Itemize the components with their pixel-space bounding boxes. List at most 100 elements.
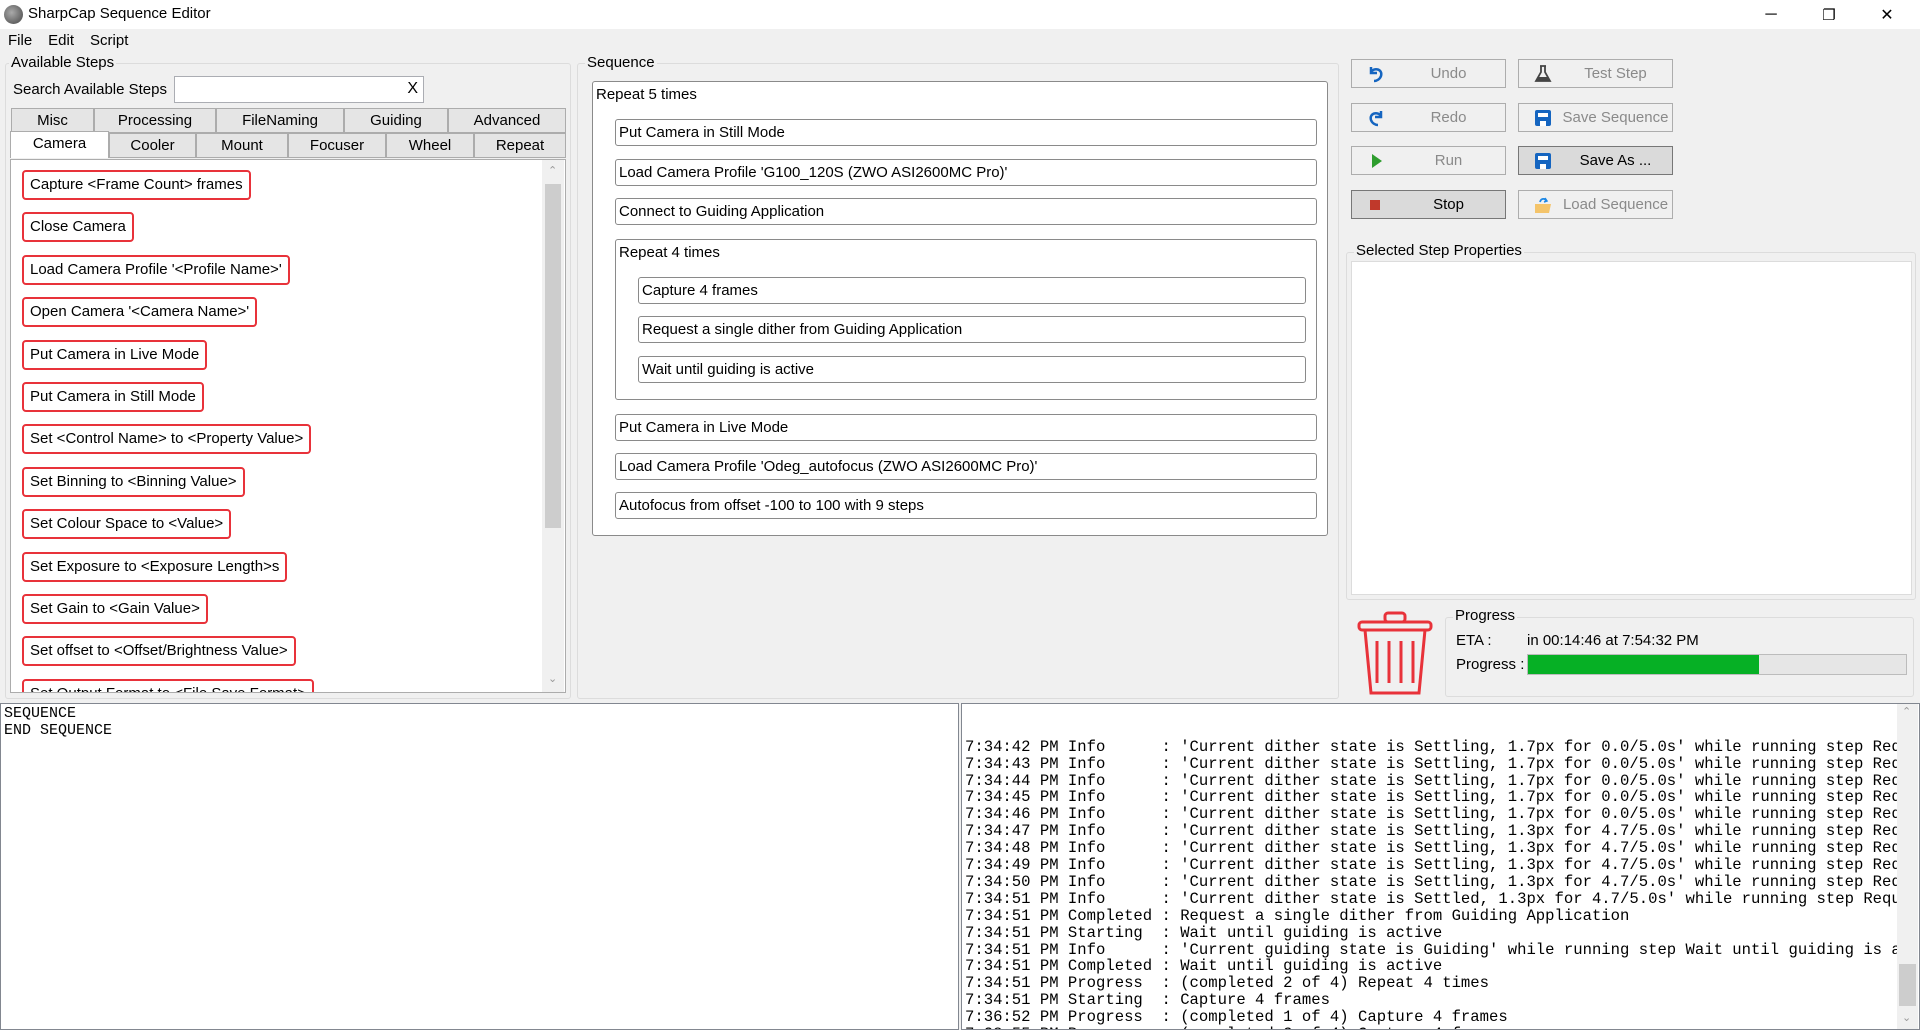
properties-panel[interactable]	[1351, 261, 1912, 595]
step-item[interactable]: Open Camera '<Camera Name>'	[22, 297, 258, 328]
save-sequence-button[interactable]: Save Sequence	[1518, 103, 1673, 132]
sequence-step[interactable]: Connect to Guiding Application	[615, 198, 1317, 225]
sequence-step[interactable]: Put Camera in Still Mode	[615, 119, 1317, 146]
log-output[interactable]: 7:34:42 PM Info : 'Current dither state is…	[961, 703, 1920, 1030]
menu-file[interactable]: File	[8, 32, 32, 49]
log-time: 7:38:55 PM	[965, 1026, 1068, 1029]
log-level: Info	[1067, 738, 1106, 756]
step-item[interactable]: Set Exposure to <Exposure Length>s	[22, 551, 288, 582]
undo-button[interactable]: Undo	[1351, 59, 1506, 88]
step-item[interactable]: Capture <Frame Count> frames	[22, 170, 251, 200]
log-time: 7:34:46 PM	[965, 806, 1059, 824]
tab-mount[interactable]: Mount	[196, 133, 288, 158]
save-as-button[interactable]: Save As ...	[1518, 146, 1673, 175]
sequence-step[interactable]: Wait until guiding is active	[638, 356, 1306, 383]
undo-icon	[1366, 64, 1386, 84]
scroll-up-icon[interactable]: ⌃	[1902, 704, 1911, 721]
stop-button[interactable]: Stop	[1351, 190, 1506, 219]
load-sequence-button[interactable]: Load Sequence	[1518, 190, 1673, 219]
tab-wheel[interactable]: Wheel	[386, 133, 474, 158]
window-title: SharpCap Sequence Editor	[28, 5, 211, 22]
log-level: Info	[1067, 840, 1106, 858]
minimize-button[interactable]: ─	[1748, 0, 1794, 29]
tab-misc[interactable]: Misc	[11, 108, 94, 133]
play-icon	[1366, 151, 1386, 171]
sequence-step[interactable]: Autofocus from offset -100 to 100 with 9…	[615, 492, 1317, 519]
sequence-step[interactable]: Capture 4 frames	[638, 277, 1306, 304]
log-line: 7:34:51 PM Completed: Request a single di…	[965, 908, 1900, 925]
log-level: Starting	[1067, 924, 1143, 942]
log-line: 7:34:47 PM Info: 'Current dither state is…	[965, 823, 1900, 840]
eta-label: ETA :	[1456, 632, 1492, 649]
log-line: 7:34:43 PM Info: 'Current dither state is…	[965, 756, 1900, 773]
scroll-up-icon[interactable]: ⌃	[548, 164, 557, 177]
sequence-script-text[interactable]: SEQUENCE END SEQUENCE	[0, 703, 959, 1030]
log-message: : 'Current dither state is Settling, 1.7…	[1161, 772, 1900, 790]
step-item[interactable]: Set Output Format to <File Save Format>	[22, 678, 314, 692]
tab-guiding[interactable]: Guiding	[344, 108, 448, 133]
log-line: 7:38:55 PMProgress: (completed 2 of 4) C…	[965, 1026, 1900, 1029]
scroll-thumb[interactable]	[1899, 964, 1916, 1006]
menu-edit[interactable]: Edit	[48, 32, 74, 49]
log-message: : Capture 4 frames	[1161, 992, 1330, 1010]
sequence-step[interactable]: Put Camera in Live Mode	[615, 414, 1317, 441]
log-time: 7:34:43 PM	[965, 755, 1059, 773]
log-line: 7:34:46 PM Info: 'Current dither state is…	[965, 806, 1900, 823]
log-message: : 'Current dither state is Settling, 1.3…	[1161, 840, 1900, 858]
log-scrollbar[interactable]: ⌃ ⌄	[1897, 704, 1918, 1029]
tab-repeat[interactable]: Repeat	[474, 133, 566, 158]
log-message: : 'Current dither state is Settling, 1.3…	[1161, 857, 1900, 874]
log-message: : 'Current dither state is Settling, 1.7…	[1161, 738, 1900, 756]
step-item[interactable]: Set Colour Space to <Value>	[22, 509, 232, 540]
log-level: Info	[1067, 823, 1106, 841]
step-item[interactable]: Load Camera Profile '<Profile Name>'	[22, 254, 290, 285]
steps-scrollbar[interactable]: ⌃ ⌄	[542, 160, 564, 692]
menu-bar: File Edit Script	[0, 29, 1920, 52]
step-item[interactable]: Put Camera in Still Mode	[22, 382, 204, 412]
log-level: Info	[1067, 772, 1106, 790]
step-item[interactable]: Set offset to <Offset/Brightness Value>	[22, 636, 296, 667]
tab-focuser[interactable]: Focuser	[288, 133, 386, 158]
step-item[interactable]: Set Gain to <Gain Value>	[22, 594, 208, 624]
stop-icon	[1366, 195, 1386, 215]
test-step-button[interactable]: Test Step	[1518, 59, 1673, 88]
available-steps-legend: Available Steps	[9, 54, 117, 71]
tab-filenaming[interactable]: FileNaming	[216, 108, 344, 133]
redo-button[interactable]: Redo	[1351, 103, 1506, 132]
search-input[interactable]: X	[174, 76, 424, 103]
redo-icon	[1366, 108, 1386, 128]
log-time: 7:34:42 PM	[965, 738, 1059, 756]
run-button[interactable]: Run	[1351, 146, 1506, 175]
tab-processing[interactable]: Processing	[94, 108, 216, 133]
maximize-button[interactable]: ❐	[1806, 0, 1852, 29]
progress-bar	[1527, 654, 1907, 675]
step-item[interactable]: Set <Control Name> to <Property Value>	[22, 424, 312, 455]
log-message: : (completed 1 of 4) Capture 4 frames	[1161, 1009, 1508, 1026]
log-time: 7:34:47 PM	[965, 823, 1059, 841]
tab-advanced[interactable]: Advanced	[448, 108, 566, 133]
sequence-step[interactable]: Load Camera Profile 'Odeg_autofocus (ZWO…	[615, 453, 1317, 480]
load-sequence-label: Load Sequence	[1562, 196, 1669, 213]
tab-camera[interactable]: Camera	[10, 131, 109, 158]
log-level: Info	[1067, 806, 1106, 824]
sequence-step[interactable]: Request a single dither from Guiding App…	[638, 316, 1306, 343]
log-line: 7:34:51 PM Completed: Wait until guiding …	[965, 958, 1900, 975]
clear-search-button[interactable]: X	[407, 80, 418, 98]
step-item[interactable]: Close Camera	[22, 212, 134, 243]
scroll-thumb[interactable]	[545, 184, 561, 528]
close-button[interactable]: ✕	[1864, 0, 1910, 29]
step-item[interactable]: Put Camera in Live Mode	[22, 339, 208, 370]
flask-icon	[1533, 64, 1553, 84]
scroll-down-icon[interactable]: ⌄	[548, 672, 557, 685]
menu-script[interactable]: Script	[90, 32, 128, 49]
log-line: 7:36:52 PM Progress: (completed 1 of 4) C…	[965, 1009, 1900, 1026]
trash-icon[interactable]	[1355, 611, 1435, 697]
sequence-step[interactable]: Load Camera Profile 'G100_120S (ZWO ASI2…	[615, 159, 1317, 186]
floppy-icon	[1533, 108, 1553, 128]
tab-cooler[interactable]: Cooler	[109, 133, 196, 158]
log-message: : Wait until guiding is active	[1161, 924, 1443, 942]
scroll-down-icon[interactable]: ⌄	[1902, 1010, 1911, 1027]
log-time: 7:34:51 PM	[965, 907, 1059, 925]
step-item[interactable]: Set Binning to <Binning Value>	[22, 466, 245, 497]
log-line: 7:34:51 PM Starting: Capture 4 frames	[965, 992, 1900, 1009]
